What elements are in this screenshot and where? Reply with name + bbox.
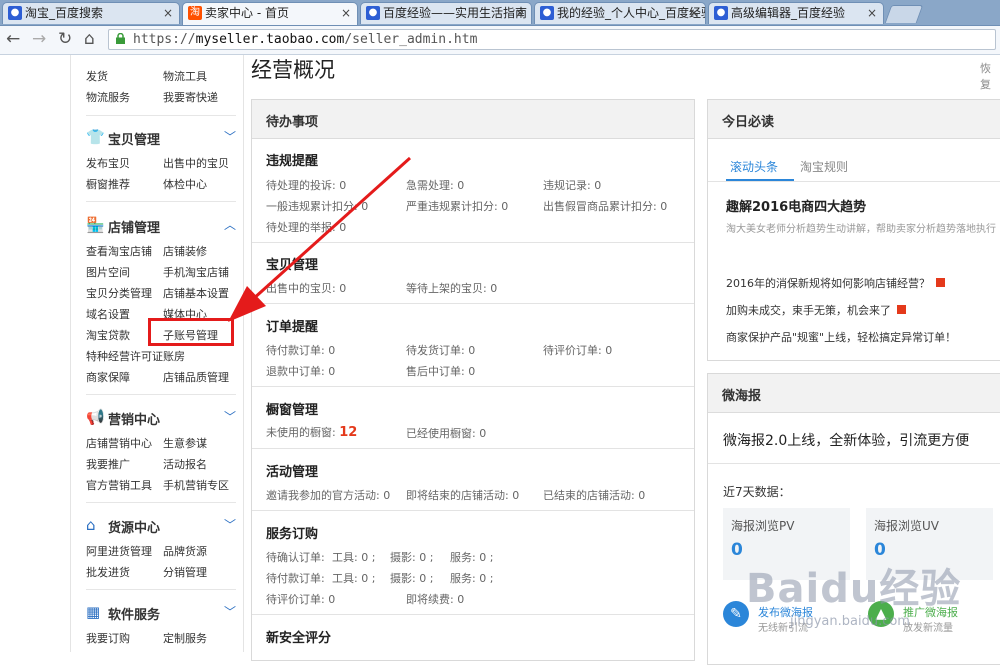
highlight-box <box>148 318 234 346</box>
baidu-watermark: Baidu经验 <box>746 566 962 612</box>
baidu-watermark-url: jingyan.baidu.com <box>790 614 910 629</box>
